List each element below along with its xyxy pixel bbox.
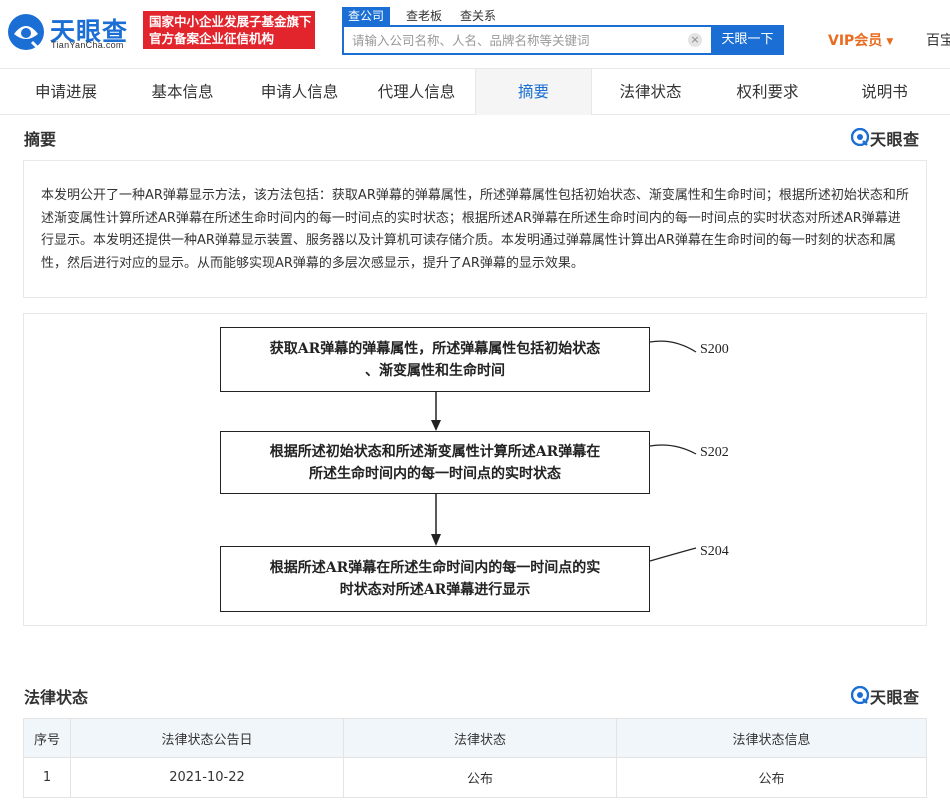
detail-tabs: 申请进展 基本信息 申请人信息 代理人信息 摘要 法律状态 权利要求 说明书 [0, 68, 950, 115]
tab-legal-status[interactable]: 法律状态 [592, 69, 709, 115]
flow-step-s202: 根据所述初始状态和所述渐变属性计算所述AR弹幕在 所述生命时间内的每一时间点的实… [220, 431, 650, 494]
flow-step-text: 、渐变属性和生命时间 [365, 362, 505, 379]
vip-member-link[interactable]: VIP会员 ▼ [828, 30, 893, 50]
site-logo[interactable]: 天眼查 TianYanCha.com [6, 12, 134, 52]
chevron-down-icon: ▼ [886, 37, 894, 47]
column-header: 序号 [23, 718, 71, 758]
official-badge: 国家中小企业发展子基金旗下 官方备案企业征信机构 [143, 11, 315, 49]
search-input[interactable] [344, 27, 704, 53]
watermark-text: 天眼查 [870, 130, 920, 149]
eye-logo-icon [851, 686, 869, 704]
table-cell: 2021-10-22 [70, 757, 344, 798]
search-box: × 天眼一下 [342, 25, 784, 55]
legal-status-table: 序号 法律状态公告日 法律状态 法律状态信息 1 2021-10-22 公布 公… [23, 718, 927, 798]
tab-basic-info[interactable]: 基本信息 [124, 69, 241, 115]
flow-step-s200: 获取AR弹幕的弹幕属性，所述弹幕属性包括初始状态 、渐变属性和生命时间 [220, 327, 650, 392]
eye-logo-icon [851, 128, 869, 146]
badge-line-1: 国家中小企业发展子基金旗下 [149, 14, 312, 29]
column-header: 法律状态信息 [616, 718, 927, 758]
flow-step-text: 所述生命时间内的每一时间点的实时状态 [309, 465, 561, 482]
badge-line-2: 官方备案企业征信机构 [149, 31, 275, 46]
search-tab-company[interactable]: 查公司 [342, 7, 391, 25]
flow-step-text: 获取AR弹幕的弹幕属性，所述弹幕属性包括初始状态 [269, 340, 601, 357]
flow-step-text: 根据所述初始状态和所述渐变属性计算所述AR弹幕在 [269, 443, 601, 460]
watermark-logo: 天眼查 [851, 127, 927, 149]
search-tab-boss[interactable]: 查老板 [406, 7, 442, 25]
table-cell: 公布 [616, 757, 927, 798]
abstract-title: 摘要 [24, 130, 57, 149]
clear-icon[interactable]: × [688, 33, 702, 47]
vip-label: VIP会员 [828, 33, 883, 49]
tab-applicant-info[interactable]: 申请人信息 [241, 69, 358, 115]
baibao-link[interactable]: 百宝 [926, 30, 950, 50]
table-cell: 公布 [343, 757, 617, 798]
tab-description[interactable]: 说明书 [826, 69, 943, 115]
watermark-logo: 天眼查 [851, 685, 927, 707]
flow-step-label: S202 [700, 445, 729, 460]
tab-abstract[interactable]: 摘要 [475, 69, 592, 115]
abstract-figure: 获取AR弹幕的弹幕属性，所述弹幕属性包括初始状态 、渐变属性和生命时间 S200… [23, 313, 927, 626]
eye-logo-icon [8, 14, 44, 52]
tab-agent-info[interactable]: 代理人信息 [358, 69, 475, 115]
tab-claims[interactable]: 权利要求 [709, 69, 826, 115]
column-header: 法律状态公告日 [70, 718, 344, 758]
flow-step-text: 时状态对所述AR弹幕进行显示 [339, 582, 531, 598]
flow-step-label: S200 [700, 342, 729, 357]
watermark-text: 天眼查 [870, 688, 920, 707]
flow-step-label: S204 [700, 544, 729, 559]
search-button[interactable]: 天眼一下 [711, 25, 784, 55]
top-header: 天眼查 TianYanCha.com 国家中小企业发展子基金旗下 官方备案企业征… [0, 0, 950, 68]
table-cell: 1 [23, 757, 71, 798]
tab-application-progress[interactable]: 申请进展 [0, 69, 132, 115]
legal-status-title: 法律状态 [24, 688, 89, 707]
flow-step-s204: 根据所述AR弹幕在所述生命时间内的每一时间点的实 时状态对所述AR弹幕进行显示 [220, 546, 650, 612]
abstract-text: 本发明公开了一种AR弹幕显示方法，该方法包括：获取AR弹幕的弹幕属性，所述弹幕属… [23, 160, 927, 298]
search-tab-relation[interactable]: 查关系 [460, 7, 496, 25]
flow-step-text: 根据所述AR弹幕在所述生命时间内的每一时间点的实 [269, 560, 601, 576]
table-header-row: 序号 法律状态公告日 法律状态 法律状态信息 [23, 718, 927, 758]
table-row: 1 2021-10-22 公布 公布 [23, 757, 927, 798]
logo-text-en: TianYanCha.com [51, 40, 124, 50]
column-header: 法律状态 [343, 718, 617, 758]
